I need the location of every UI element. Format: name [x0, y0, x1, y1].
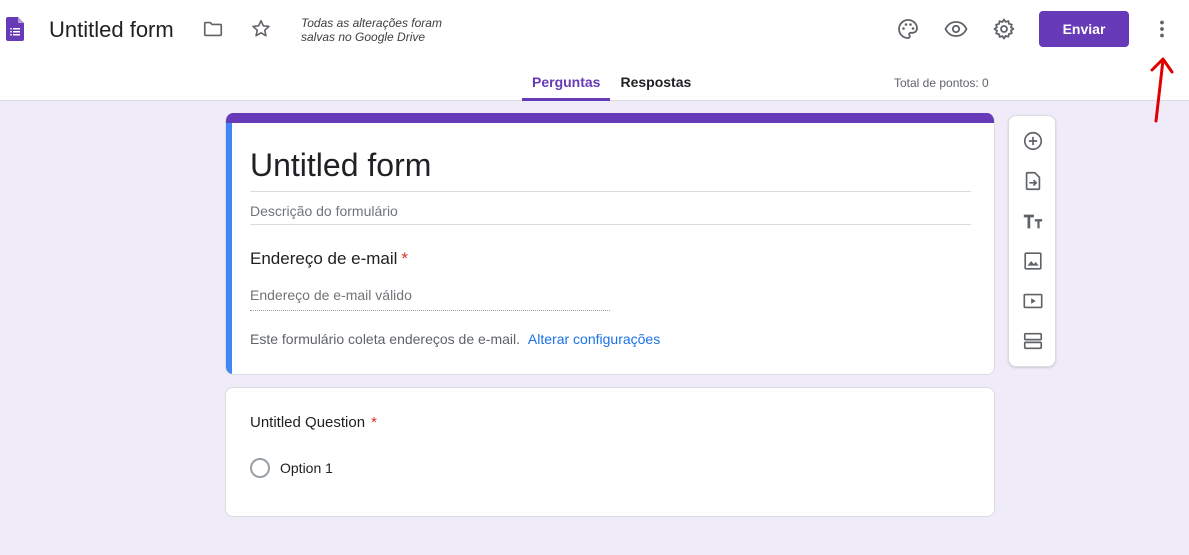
email-field: Endereço de e-mail válido — [250, 287, 412, 303]
email-label-text: Endereço de e-mail — [250, 249, 398, 268]
star-button[interactable] — [247, 15, 275, 43]
required-mark: * — [401, 249, 409, 268]
folder-icon — [203, 21, 223, 37]
forms-logo-icon[interactable] — [6, 17, 24, 41]
image-icon — [1024, 252, 1042, 270]
add-section-button[interactable] — [1019, 327, 1047, 355]
question-card[interactable]: Untitled Question * Option 1 — [225, 387, 995, 517]
floating-toolbar — [1008, 115, 1056, 367]
import-icon — [1025, 171, 1041, 191]
radio-button[interactable] — [250, 458, 270, 478]
star-icon — [252, 19, 270, 37]
add-image-button[interactable] — [1019, 247, 1047, 275]
question-title-text: Untitled Question — [250, 414, 366, 431]
tab-responses[interactable]: Respostas — [610, 64, 701, 101]
form-tabs: Perguntas Respostas — [522, 64, 701, 101]
option-label: Option 1 — [280, 460, 333, 476]
collect-note-text: Este formulário coleta endereços de e-ma… — [250, 331, 521, 347]
form-description-input[interactable]: Descrição do formulário — [250, 203, 398, 219]
text-icon — [1023, 214, 1043, 229]
annotation-arrow-icon — [1150, 57, 1174, 123]
send-button[interactable]: Enviar — [1039, 11, 1129, 47]
preview-button[interactable] — [942, 15, 970, 43]
form-title[interactable]: Untitled form — [250, 147, 431, 184]
app-header: Untitled form Todas as alterações foram … — [0, 0, 1189, 101]
add-question-button[interactable] — [1019, 127, 1047, 155]
customize-theme-button[interactable] — [894, 15, 922, 43]
more-options-button[interactable] — [1148, 15, 1176, 43]
import-questions-button[interactable] — [1019, 167, 1047, 195]
settings-button[interactable] — [990, 15, 1018, 43]
email-field-underline — [250, 310, 610, 311]
save-status-line2: salvas no Google Drive — [301, 30, 426, 44]
email-collection-note: Este formulário coleta endereços de e-ma… — [250, 331, 660, 347]
palette-icon — [898, 19, 918, 39]
add-circle-icon — [1023, 131, 1043, 151]
description-divider — [250, 224, 971, 225]
theme-accent-bar — [226, 113, 994, 123]
email-question-label: Endereço de e-mail * — [250, 249, 408, 269]
move-to-folder-button[interactable] — [199, 15, 227, 43]
video-icon — [1023, 293, 1043, 309]
option-row[interactable]: Option 1 — [250, 458, 333, 478]
title-divider — [250, 191, 971, 192]
save-status: Todas as alterações foram salvas no Goog… — [301, 16, 442, 44]
save-status-line1: Todas as alterações foram — [301, 16, 442, 30]
eye-icon — [944, 21, 968, 37]
more-vert-icon — [1160, 20, 1164, 38]
change-settings-link[interactable]: Alterar configurações — [528, 331, 660, 347]
gear-icon — [993, 18, 1015, 40]
document-title[interactable]: Untitled form — [49, 17, 174, 43]
tab-questions[interactable]: Perguntas — [522, 64, 611, 101]
total-points: Total de pontos: 0 — [894, 76, 989, 90]
question-required-mark: * — [371, 414, 377, 431]
section-icon — [1023, 332, 1043, 350]
add-video-button[interactable] — [1019, 287, 1047, 315]
add-title-button[interactable] — [1019, 207, 1047, 235]
question-title: Untitled Question * — [250, 414, 377, 431]
form-header-card: Untitled form Descrição do formulário En… — [225, 113, 995, 375]
active-card-indicator — [226, 123, 232, 374]
